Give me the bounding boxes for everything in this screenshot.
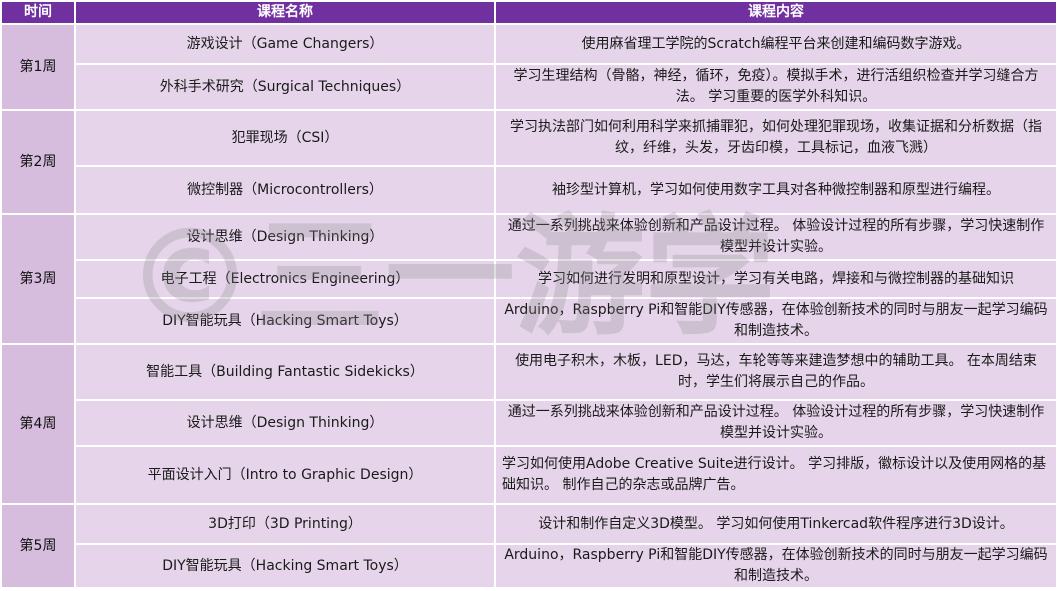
course-content: 设计和制作自定义3D模型。 学习如何使用Tinkercad软件程序进行3D设计。 — [494, 503, 1058, 545]
course-content: 袖珍型计算机，学习如何使用数字工具对各种微控制器和原型进行编程。 — [494, 165, 1058, 215]
course-name: 犯罪现场（CSI） — [74, 109, 496, 167]
course-name: DIY智能玩具（Hacking Smart Toys） — [74, 543, 496, 589]
table-row: 设计思维（Design Thinking） 通过一系列挑战来体验创新和产品设计过… — [1, 399, 1058, 447]
header-course-content: 课程内容 — [494, 0, 1058, 25]
table-row: 平面设计入门（Intro to Graphic Design） 学习如何使用Ad… — [1, 445, 1058, 505]
table-row: 第5周 3D打印（3D Printing） 设计和制作自定义3D模型。 学习如何… — [0, 503, 1058, 589]
week-cell: 第3周 — [0, 213, 76, 345]
course-content: 学习生理结构（骨骼，神经，循环，免疫）。模拟手术，进行活组织检查并学习缝合方法。… — [494, 63, 1058, 111]
table-row: DIY智能玩具（Hacking Smart Toys） Arduino，Rasp… — [1, 543, 1058, 589]
table-row: 外科手术研究（Surgical Techniques） 学习生理结构（骨骼，神经… — [1, 63, 1058, 111]
course-content: Arduino，Raspberry Pi和智能DIY传感器，在体验创新技术的同时… — [494, 543, 1058, 589]
header-course-name: 课程名称 — [74, 0, 496, 25]
course-content: 学习如何使用Adobe Creative Suite进行设计。 学习排版，徽标设… — [494, 445, 1058, 505]
course-content: 学习如何进行发明和原型设计，学习有关电路，焊接和与微控制器的基础知识 — [494, 259, 1058, 299]
week-cell: 第1周 — [0, 23, 76, 111]
table-row: 第2周 犯罪现场（CSI） 学习执法部门如何利用科学来抓捕罪犯，如何处理犯罪现场… — [0, 109, 1058, 215]
course-name: 微控制器（Microcontrollers） — [74, 165, 496, 215]
course-name: 外科手术研究（Surgical Techniques） — [74, 63, 496, 111]
course-content: Arduino，Raspberry Pi和智能DIY传感器，在体验创新技术的同时… — [494, 297, 1058, 345]
header-time: 时间 — [0, 0, 76, 25]
table-row: 第3周 设计思维（Design Thinking） 通过一系列挑战来体验创新和产… — [0, 213, 1058, 345]
table-row: 微控制器（Microcontrollers） 袖珍型计算机，学习如何使用数字工具… — [1, 165, 1058, 215]
table-row: 电子工程（Electronics Engineering） 学习如何进行发明和原… — [1, 259, 1058, 299]
table-row: DIY智能玩具（Hacking Smart Toys） Arduino，Rasp… — [1, 297, 1058, 345]
week-cell: 第2周 — [0, 109, 76, 215]
week-cell: 第4周 — [0, 343, 76, 505]
course-content: 使用麻省理工学院的Scratch编程平台来创建和编码数字游戏。 — [494, 23, 1058, 65]
week-cell: 第5周 — [0, 503, 76, 589]
table-row: 第4周 智能工具（Building Fantastic Sidekicks） 使… — [0, 343, 1058, 505]
course-content: 通过一系列挑战来体验创新和产品设计过程。 体验设计过程的所有步骤，学习快速制作模… — [494, 213, 1058, 261]
course-name: 设计思维（Design Thinking） — [74, 213, 496, 261]
table-row: 第1周 游戏设计（Game Changers） 使用麻省理工学院的Scratch… — [0, 23, 1058, 111]
course-name: 设计思维（Design Thinking） — [74, 399, 496, 447]
course-schedule-table: 时间 课程名称 课程内容 第1周 游戏设计（Game Changers） 使用麻… — [0, 0, 1058, 589]
header-row: 时间 课程名称 课程内容 — [0, 0, 1058, 25]
course-content: 学习执法部门如何利用科学来抓捕罪犯，如何处理犯罪现场，收集证据和分析数据（指纹，… — [494, 109, 1058, 167]
course-name: 游戏设计（Game Changers） — [74, 23, 496, 65]
course-name: 3D打印（3D Printing） — [74, 503, 496, 545]
course-content: 使用电子积木，木板，LED，马达，车轮等等来建造梦想中的辅助工具。 在本周结束时… — [494, 343, 1058, 401]
course-name: 智能工具（Building Fantastic Sidekicks） — [74, 343, 496, 401]
course-name: DIY智能玩具（Hacking Smart Toys） — [74, 297, 496, 345]
course-schedule-page: 时间 课程名称 课程内容 第1周 游戏设计（Game Changers） 使用麻… — [0, 0, 1060, 591]
course-content: 通过一系列挑战来体验创新和产品设计过程。 体验设计过程的所有步骤，学习快速制作模… — [494, 399, 1058, 447]
course-name: 电子工程（Electronics Engineering） — [74, 259, 496, 299]
course-name: 平面设计入门（Intro to Graphic Design） — [74, 445, 496, 505]
